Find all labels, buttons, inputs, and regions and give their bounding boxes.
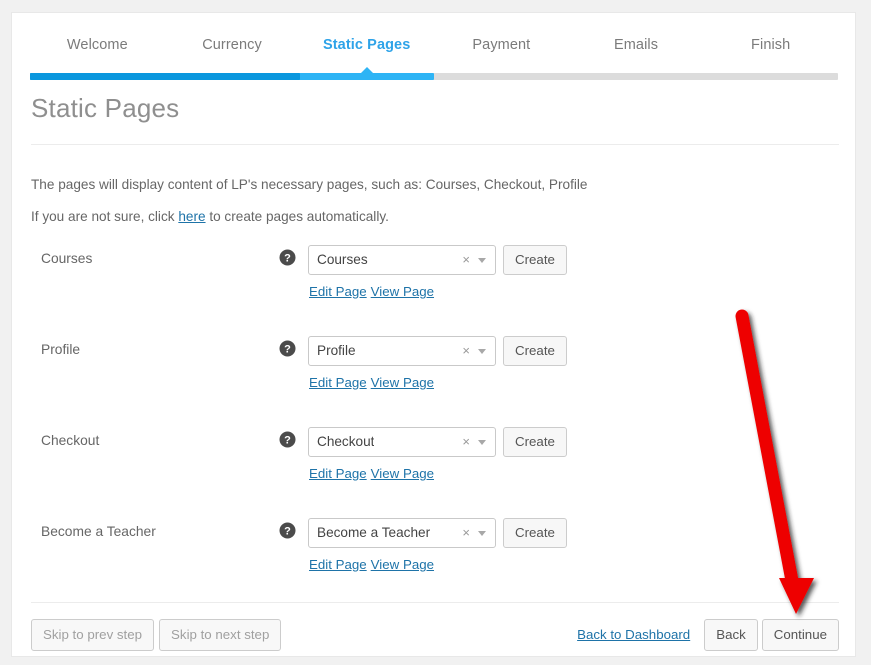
wizard-step-welcome[interactable]: Welcome — [30, 31, 165, 59]
wizard-footer: Skip to prev step Skip to next step Back … — [31, 619, 839, 653]
page-select-value: Profile — [317, 343, 356, 358]
clear-selection-icon[interactable]: × — [462, 428, 470, 456]
clear-selection-icon[interactable]: × — [462, 519, 470, 547]
create-page-button[interactable]: Create — [503, 518, 567, 548]
setup-wizard-card: Welcome Currency Static Pages Payment Em… — [11, 12, 856, 657]
static-page-row-profile: Profile ? Profile × Create Edit Page View… — [31, 336, 839, 418]
skip-to-next-step-button[interactable]: Skip to next step — [159, 619, 282, 651]
view-page-link[interactable]: View Page — [371, 466, 434, 481]
page-select[interactable]: Profile × — [308, 336, 496, 366]
screenshot-root: Welcome Currency Static Pages Payment Em… — [0, 0, 871, 665]
row-control: Checkout × Create — [308, 427, 567, 457]
footer-divider — [31, 602, 839, 603]
row-label: Checkout — [41, 433, 100, 448]
row-label: Profile — [41, 342, 81, 357]
row-control: Profile × Create — [308, 336, 567, 366]
wizard-step-emails[interactable]: Emails — [569, 31, 704, 59]
row-control: Become a Teacher × Create — [308, 518, 567, 548]
skip-to-prev-step-button[interactable]: Skip to prev step — [31, 619, 155, 651]
wizard-step-payment[interactable]: Payment — [434, 31, 569, 59]
row-page-links: Edit Page View Page — [309, 466, 438, 481]
row-page-links: Edit Page View Page — [309, 375, 438, 390]
row-label: Become a Teacher — [41, 524, 156, 539]
view-page-link[interactable]: View Page — [371, 375, 434, 390]
create-page-button[interactable]: Create — [503, 245, 567, 275]
wizard-step-currency[interactable]: Currency — [165, 31, 300, 59]
wizard-step-static-pages[interactable]: Static Pages — [299, 31, 434, 59]
footer-left-group: Skip to prev step Skip to next step — [31, 619, 286, 651]
chevron-down-icon[interactable] — [478, 440, 486, 445]
back-button[interactable]: Back — [704, 619, 758, 651]
svg-text:?: ? — [284, 343, 291, 355]
static-page-row-checkout: Checkout ? Checkout × Create Edit Page Vi… — [31, 427, 839, 509]
edit-page-link[interactable]: Edit Page — [309, 557, 367, 572]
edit-page-link[interactable]: Edit Page — [309, 284, 367, 299]
page-select[interactable]: Courses × — [308, 245, 496, 275]
clear-selection-icon[interactable]: × — [462, 337, 470, 365]
row-page-links: Edit Page View Page — [309, 284, 438, 299]
svg-text:?: ? — [284, 525, 291, 537]
create-page-button[interactable]: Create — [503, 336, 567, 366]
auto-create-pages-link[interactable]: here — [178, 209, 205, 224]
title-divider — [31, 144, 839, 145]
view-page-link[interactable]: View Page — [371, 284, 434, 299]
create-page-button[interactable]: Create — [503, 427, 567, 457]
edit-page-link[interactable]: Edit Page — [309, 375, 367, 390]
page-select-value: Become a Teacher — [317, 525, 431, 540]
page-select[interactable]: Checkout × — [308, 427, 496, 457]
page-title: Static Pages — [31, 93, 180, 123]
help-circle-icon[interactable]: ? — [279, 340, 296, 357]
progress-current-marker-icon — [360, 67, 375, 74]
continue-button[interactable]: Continue — [761, 619, 839, 651]
intro-line-1: The pages will display content of LP's n… — [31, 177, 588, 192]
chevron-down-icon[interactable] — [478, 258, 486, 263]
clear-selection-icon[interactable]: × — [462, 246, 470, 274]
intro-line-2-before: If you are not sure, click — [31, 209, 179, 224]
page-select[interactable]: Become a Teacher × — [308, 518, 496, 548]
intro-line-2: If you are not sure, click here to creat… — [31, 208, 389, 226]
intro-line-2-after: to create pages automatically. — [205, 209, 389, 224]
view-page-link[interactable]: View Page — [371, 557, 434, 572]
page-select-value: Courses — [317, 252, 368, 267]
wizard-step-finish[interactable]: Finish — [703, 31, 838, 59]
wizard-step-labels: Welcome Currency Static Pages Payment Em… — [30, 31, 838, 59]
help-circle-icon[interactable]: ? — [279, 431, 296, 448]
row-control: Courses × Create — [308, 245, 567, 275]
static-page-row-courses: Courses ? Courses × Create Edit Page View… — [31, 245, 839, 327]
edit-page-link[interactable]: Edit Page — [309, 466, 367, 481]
progress-completed-segment — [30, 73, 300, 80]
chevron-down-icon[interactable] — [478, 349, 486, 354]
help-circle-icon[interactable]: ? — [279, 249, 296, 266]
wizard-steps: Welcome Currency Static Pages Payment Em… — [30, 31, 838, 87]
help-circle-icon[interactable]: ? — [279, 522, 296, 539]
footer-right-group: Back to Dashboard Back Continue — [577, 619, 839, 651]
svg-text:?: ? — [284, 434, 291, 446]
static-page-row-become-a-teacher: Become a Teacher ? Become a Teacher × Cr… — [31, 518, 839, 600]
back-to-dashboard-link[interactable]: Back to Dashboard — [577, 619, 690, 651]
row-page-links: Edit Page View Page — [309, 557, 438, 572]
wizard-progress-bar — [30, 67, 838, 80]
page-select-value: Checkout — [317, 434, 375, 449]
svg-text:?: ? — [284, 252, 291, 264]
chevron-down-icon[interactable] — [478, 531, 486, 536]
row-label: Courses — [41, 251, 93, 266]
